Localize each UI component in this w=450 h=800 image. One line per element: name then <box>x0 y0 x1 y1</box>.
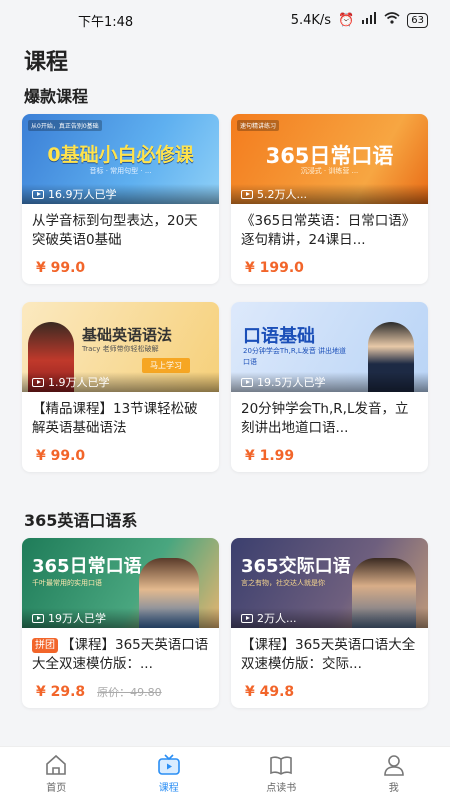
learner-count: 1.9万人已学 <box>22 372 219 392</box>
book-icon <box>270 755 293 775</box>
price-row: ¥ 99.0 <box>22 254 219 276</box>
learn-now-badge: 马上学习 <box>142 358 190 373</box>
battery-indicator: 63 <box>407 12 428 28</box>
learner-count: 19.5万人已学 <box>231 372 428 392</box>
bottom-tab-bar: 首页 课程 点读书 我 <box>0 746 450 800</box>
course-card[interactable]: 从0开始，真正告别0基础 0基础小白必修课 音标 · 常用句型 · ... 16… <box>22 114 219 284</box>
wifi-icon <box>384 12 400 28</box>
tab-label: 点读书 <box>266 782 297 794</box>
thumbnail-subline: 沉浸式 · 训练营 ... <box>300 167 359 175</box>
learner-count-text: 16.9万人已学 <box>48 188 117 201</box>
course-price: ¥ 99.0 <box>36 260 86 276</box>
learner-count-text: 5.2万人... <box>257 188 307 201</box>
tab-courses[interactable]: 课程 <box>113 747 226 800</box>
course-title: 20分钟学会Th,R,L发音，立刻讲出地道口语... <box>241 401 409 436</box>
learner-count: 19万人已学 <box>22 608 219 628</box>
tab-label: 课程 <box>158 782 179 794</box>
price-row: ¥ 49.8 <box>231 678 428 700</box>
play-icon <box>32 613 44 623</box>
course-card[interactable]: 365交际口语 言之有物，社交达人就是你 2万人... 【课程】365天英语口语… <box>231 538 428 708</box>
learner-count-text: 1.9万人已学 <box>48 376 110 389</box>
course-title: 【精品课程】13节课轻松破解英语基础语法 <box>32 401 198 436</box>
status-time: 下午1:48 <box>78 14 134 30</box>
play-icon <box>241 189 253 199</box>
tab-label: 我 <box>388 782 399 794</box>
thumbnail-headline: 0基础小白必修课 <box>47 144 194 166</box>
course-thumbnail: 速句精讲练习 365日常口语 沉浸式 · 训练营 ... 5.2万人... <box>231 114 428 204</box>
course-title: 【课程】365天英语口语大全双速模仿版：交际... <box>241 637 416 672</box>
tv-icon <box>157 753 180 775</box>
network-speed: 5.4K/s <box>290 12 332 28</box>
course-price: ¥ 49.8 <box>245 684 295 700</box>
course-card[interactable]: 速句精讲练习 365日常口语 沉浸式 · 训练营 ... 5.2万人... 《3… <box>231 114 428 284</box>
price-row: ¥ 99.0 <box>22 442 219 464</box>
thumbnail-headline: 基础英语语法 <box>82 326 173 344</box>
course-price: ¥ 199.0 <box>245 260 304 276</box>
user-icon <box>383 754 404 776</box>
course-card[interactable]: 365日常口语 千叶最常用的实用口语 19万人已学 拼团 【课程】365天英语口语… <box>22 538 219 708</box>
learner-count: 16.9万人已学 <box>22 184 219 204</box>
course-card[interactable]: 基础英语语法 Tracy 老师带你轻松破解 马上学习 1.9万人已学 【精品课程… <box>22 302 219 472</box>
play-icon <box>32 377 44 387</box>
play-icon <box>32 189 44 199</box>
course-thumbnail: 基础英语语法 Tracy 老师带你轻松破解 马上学习 1.9万人已学 <box>22 302 219 392</box>
price-row: ¥ 29.8 原价：49.80 <box>22 678 219 700</box>
course-thumbnail: 365交际口语 言之有物，社交达人就是你 2万人... <box>231 538 428 628</box>
learner-count: 2万人... <box>231 608 428 628</box>
section-title-365: 365英语口语系 <box>24 511 138 530</box>
learner-count-text: 19.5万人已学 <box>257 376 326 389</box>
course-thumbnail: 口语基础 20分钟学会Th,R,L发音 讲出地道口语 19.5万人已学 <box>231 302 428 392</box>
learner-count-text: 19万人已学 <box>48 612 106 625</box>
thumbnail-subline: 音标 · 常用句型 · ... <box>89 167 152 175</box>
home-icon <box>46 754 67 775</box>
course-title: 从学音标到句型表达，20天突破英语0基础 <box>32 213 198 248</box>
course-thumbnail: 365日常口语 千叶最常用的实用口语 19万人已学 <box>22 538 219 628</box>
play-icon <box>241 377 253 387</box>
status-bar: 下午1:48 5.4K/s ⏰ 63 <box>0 0 450 40</box>
course-title: 拼团 【课程】365天英语口语大全双速模仿版：... <box>22 628 219 678</box>
tab-home[interactable]: 首页 <box>0 747 113 800</box>
section-title-hot: 爆款课程 <box>24 87 89 106</box>
original-price: 原价：49.80 <box>97 686 162 699</box>
course-title-text: 【课程】365天英语口语大全双速模仿版：... <box>32 637 209 672</box>
tab-label: 首页 <box>46 782 67 794</box>
thumbnail-tag: 从0开始，真正告别0基础 <box>28 120 102 131</box>
alarm-icon: ⏰ <box>338 12 355 28</box>
course-title: 《365日常英语：日常口语》逐句精讲，24课日... <box>241 213 416 248</box>
course-price: ¥ 99.0 <box>36 448 86 464</box>
group-buy-badge: 拼团 <box>32 638 58 653</box>
signal-icon <box>361 12 377 28</box>
learner-count: 5.2万人... <box>231 184 428 204</box>
course-card[interactable]: 口语基础 20分钟学会Th,R,L发音 讲出地道口语 19.5万人已学 20分钟… <box>231 302 428 472</box>
play-icon <box>241 613 253 623</box>
course-price: ¥ 1.99 <box>245 448 295 464</box>
course-grid-365: 365日常口语 千叶最常用的实用口语 19万人已学 拼团 【课程】365天英语口语… <box>0 538 450 726</box>
course-thumbnail: 从0开始，真正告别0基础 0基础小白必修课 音标 · 常用句型 · ... 16… <box>22 114 219 204</box>
tab-reading[interactable]: 点读书 <box>225 747 338 800</box>
price-row: ¥ 1.99 <box>231 442 428 464</box>
tab-me[interactable]: 我 <box>338 747 450 800</box>
course-price: ¥ 29.8 <box>36 684 86 700</box>
thumbnail-subline: Tracy 老师带你轻松破解 <box>82 345 159 353</box>
price-row: ¥ 199.0 <box>231 254 428 276</box>
course-grid-hot: 从0开始，真正告别0基础 0基础小白必修课 音标 · 常用句型 · ... 16… <box>0 114 450 490</box>
learner-count-text: 2万人... <box>257 612 297 625</box>
status-icons: 5.4K/s ⏰ 63 <box>291 12 428 28</box>
page-title: 课程 <box>24 50 69 75</box>
thumbnail-subline: 20分钟学会Th,R,L发音 讲出地道口语 <box>243 347 347 366</box>
thumbnail-tag: 速句精讲练习 <box>237 120 280 131</box>
